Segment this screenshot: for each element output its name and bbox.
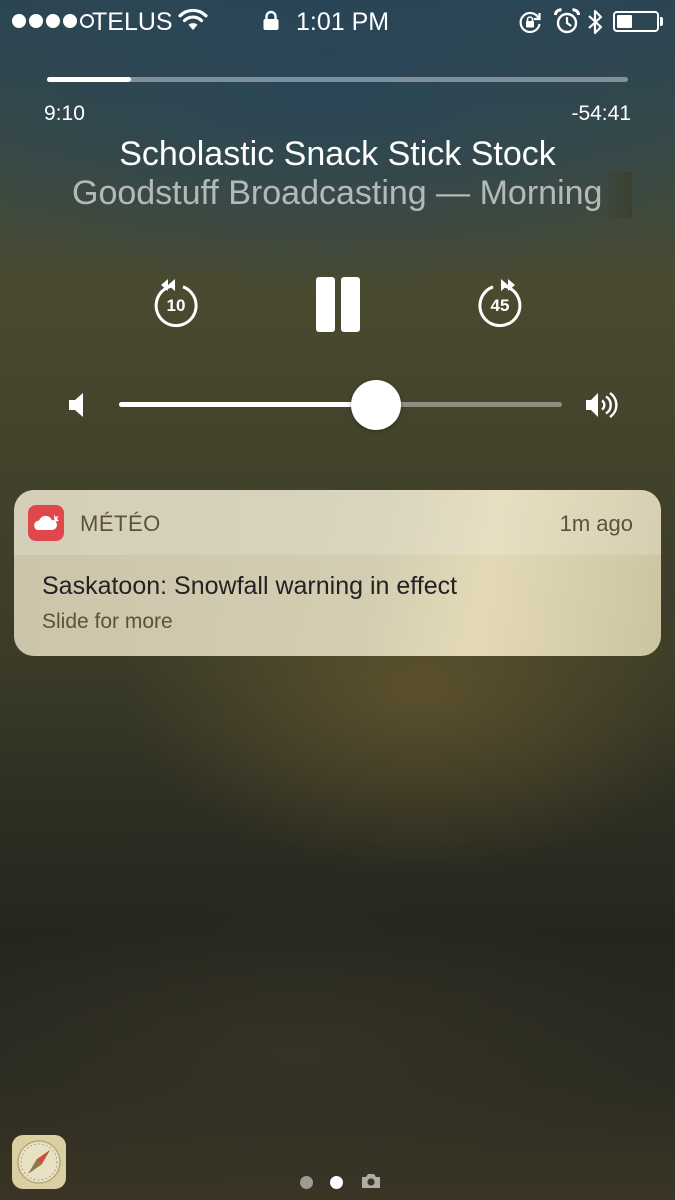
rotation-lock-icon bbox=[519, 11, 541, 34]
weather-app-icon bbox=[28, 505, 64, 541]
volume-slider[interactable] bbox=[119, 380, 562, 430]
signal-dot bbox=[63, 14, 77, 28]
alarm-icon bbox=[554, 8, 580, 34]
pause-bar bbox=[341, 277, 360, 332]
status-bar: TELUS 1:01 PM bbox=[0, 0, 675, 44]
elapsed-time: 9:10 bbox=[44, 102, 85, 125]
signal-dot bbox=[12, 14, 26, 28]
skip-forward-seconds: 45 bbox=[490, 296, 510, 315]
notification-title: Saskatoon: Snowfall warning in effect bbox=[42, 572, 458, 600]
status-time: 1:01 PM bbox=[296, 8, 390, 36]
playback-progress bbox=[47, 77, 131, 82]
skip-forward-button[interactable]: 45 bbox=[472, 276, 528, 334]
page-dot[interactable] bbox=[300, 1176, 313, 1189]
safari-app-icon[interactable] bbox=[12, 1135, 66, 1189]
signal-dot bbox=[29, 14, 43, 28]
volume-level bbox=[119, 402, 376, 407]
playback-scrubber[interactable] bbox=[47, 77, 628, 82]
carrier-name: TELUS bbox=[92, 8, 173, 36]
bluetooth-icon bbox=[588, 9, 603, 35]
notification-time: 1m ago bbox=[559, 511, 633, 536]
notification-header: MÉTÉO 1m ago bbox=[14, 490, 661, 555]
track-artist: Goodstuff Broadcasting — Morning bbox=[72, 174, 603, 212]
notification-card[interactable]: MÉTÉO 1m ago Saskatoon: Snowfall warning… bbox=[14, 490, 661, 656]
pause-button[interactable] bbox=[312, 274, 364, 336]
wifi-icon bbox=[178, 8, 208, 30]
lock-icon bbox=[263, 10, 279, 30]
page-dot-current[interactable] bbox=[330, 1176, 343, 1189]
pause-bar bbox=[316, 277, 335, 332]
signal-dot bbox=[46, 14, 60, 28]
marquee-fade bbox=[602, 172, 632, 218]
notification-app-name: MÉTÉO bbox=[80, 511, 161, 536]
volume-knob[interactable] bbox=[350, 380, 401, 430]
notification-subtitle: Slide for more bbox=[42, 610, 173, 633]
cloud-icon bbox=[34, 514, 59, 530]
track-title: Scholastic Snack Stick Stock bbox=[119, 135, 556, 173]
battery-level bbox=[617, 15, 633, 28]
skip-back-seconds: 10 bbox=[166, 296, 186, 315]
remaining-time: -54:41 bbox=[571, 102, 631, 125]
cellular-signal-icon bbox=[12, 14, 94, 30]
volume-low-icon bbox=[69, 393, 83, 417]
track-artist-container: Goodstuff Broadcasting — Morning bbox=[60, 172, 632, 218]
compass-icon bbox=[17, 1140, 61, 1184]
battery-icon bbox=[613, 11, 659, 32]
skip-back-button[interactable]: 10 bbox=[148, 276, 204, 334]
battery-nub bbox=[660, 17, 663, 26]
volume-high-icon bbox=[586, 392, 618, 418]
camera-icon[interactable] bbox=[360, 1172, 382, 1190]
